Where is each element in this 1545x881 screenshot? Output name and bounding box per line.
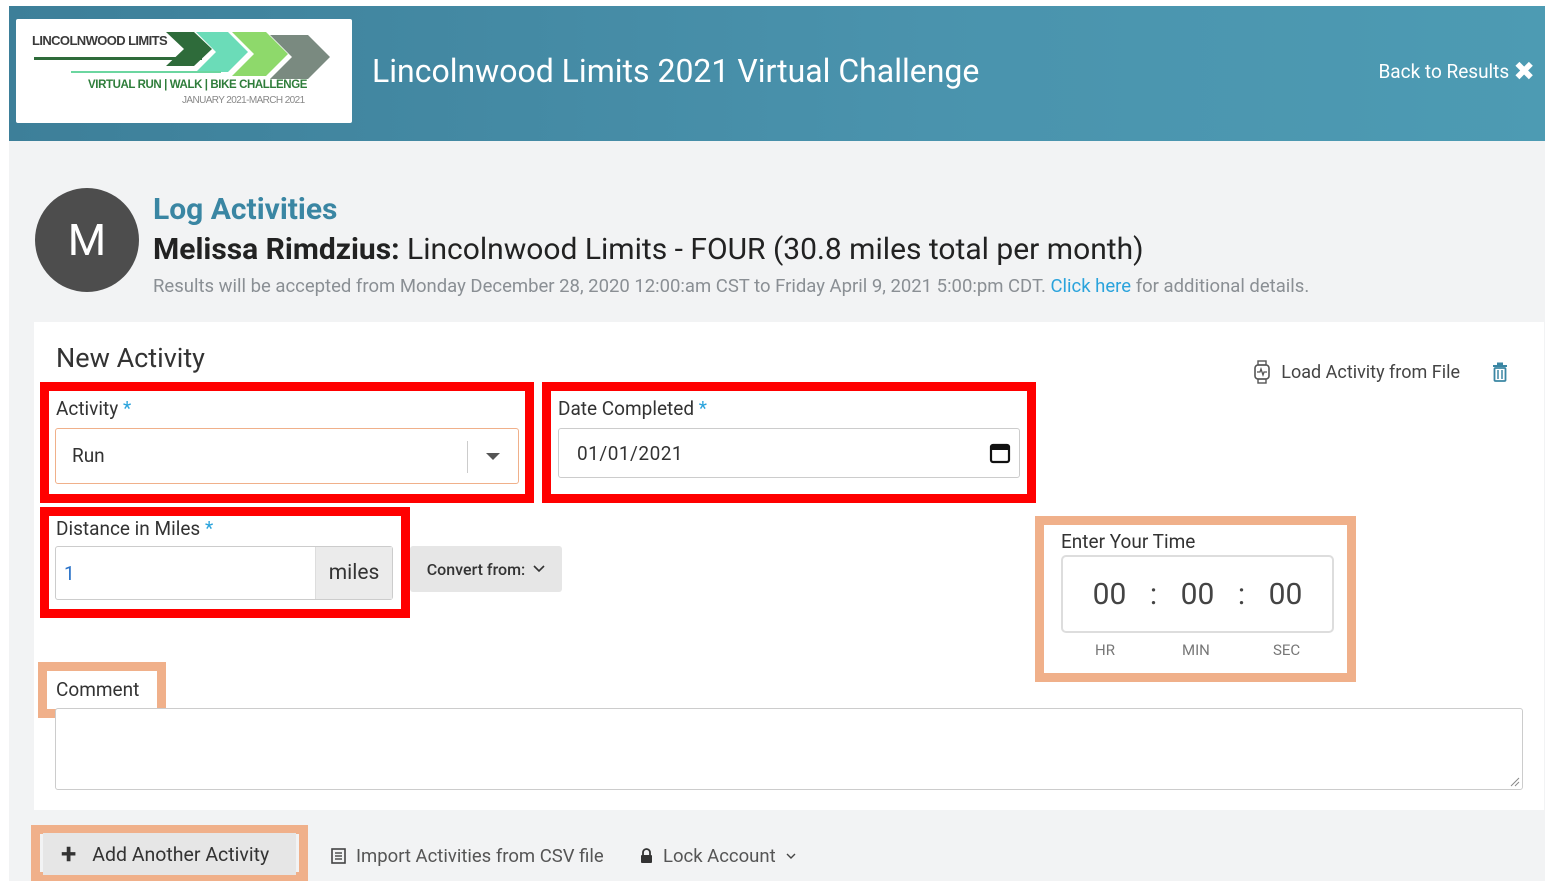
event-logo[interactable]: LINCOLNWOOD LIMITS VIRTUAL RUN | WALK | … (16, 19, 352, 123)
minutes-field[interactable]: 00 (1167, 577, 1229, 612)
app-header: LINCOLNWOOD LIMITS VIRTUAL RUN | WALK | … (9, 6, 1545, 141)
convert-from-label: Convert from: (426, 559, 526, 579)
date-label: Date Completed * (558, 397, 707, 420)
team-name: Lincolnwood Limits - FOUR (30.8 miles to… (407, 232, 1144, 267)
lock-icon (641, 848, 652, 863)
add-activity-label: Add Another Activity (92, 842, 270, 866)
chevron-down-icon (486, 453, 500, 460)
avatar: M (35, 188, 139, 292)
sec-label: SEC (1273, 641, 1301, 659)
activity-value: Run (72, 444, 105, 467)
comment-label: Comment (56, 678, 140, 701)
load-activity-label: Load Activity from File (1281, 361, 1460, 383)
min-label: MIN (1182, 641, 1210, 659)
plus-icon: + (61, 837, 77, 870)
required-mark: * (204, 517, 214, 540)
add-another-activity-button[interactable]: + Add Another Activity (43, 833, 296, 875)
load-activity-button[interactable]: Load Activity from File (1253, 360, 1460, 384)
time-picker[interactable]: 00 : 00 : 00 (1061, 555, 1334, 633)
resize-grip-icon[interactable] (1510, 777, 1520, 787)
distance-unit: miles (315, 547, 392, 599)
card-title: New Activity (56, 342, 205, 374)
page-title: Lincolnwood Limits 2021 Virtual Challeng… (372, 52, 980, 90)
user-team-line: Melissa Rimdzius: Lincolnwood Limits - F… (153, 232, 1144, 267)
date-value: 01/01/2021 (577, 442, 684, 465)
required-mark: * (698, 397, 707, 420)
logo-title: LINCOLNWOOD LIMITS (32, 33, 168, 48)
watch-icon (1254, 360, 1271, 384)
time-separator: : (1237, 576, 1246, 612)
hours-field[interactable]: 00 (1079, 577, 1141, 612)
seconds-field[interactable]: 00 (1255, 577, 1317, 612)
activity-select[interactable]: Run (55, 428, 519, 484)
import-csv-button[interactable]: Import Activities from CSV file (331, 845, 604, 867)
note-text: Results will be accepted from Monday Dec… (153, 275, 1051, 297)
logo-stripe (34, 57, 202, 60)
activity-label-text: Activity (56, 397, 119, 420)
list-icon (331, 848, 346, 864)
select-divider (467, 441, 468, 473)
logo-subtitle: VIRTUAL RUN | WALK | BIKE CHALLENGE (88, 79, 308, 91)
back-to-results-link[interactable]: Back to Results ✖ (1378, 56, 1535, 87)
chevron-down-icon (533, 565, 545, 573)
distance-input[interactable]: 1 miles (55, 546, 393, 600)
details-link[interactable]: Click here (1051, 275, 1132, 297)
section-title: Log Activities (153, 192, 338, 227)
time-label: Enter Your Time (1061, 530, 1196, 553)
distance-value: 1 (64, 562, 75, 585)
hr-label: HR (1095, 641, 1115, 659)
acceptance-note: Results will be accepted from Monday Dec… (153, 275, 1309, 297)
calendar-icon[interactable] (989, 442, 1011, 464)
logo-dates: JANUARY 2021-MARCH 2021 (182, 95, 305, 106)
date-label-text: Date Completed (558, 397, 695, 420)
distance-label-text: Distance in Miles (56, 517, 201, 540)
lock-account-label: Lock Account (663, 845, 776, 867)
lock-account-button[interactable]: Lock Account (640, 845, 796, 867)
back-to-results-label: Back to Results (1378, 60, 1510, 83)
logo-stripe (71, 71, 221, 73)
comment-textarea[interactable] (55, 708, 1523, 790)
close-icon: ✖ (1513, 56, 1535, 87)
card-tools: Load Activity from File (1253, 360, 1508, 384)
chevron-down-icon (786, 853, 796, 859)
import-csv-label: Import Activities from CSV file (356, 845, 604, 867)
user-name: Melissa Rimdzius: (153, 232, 400, 267)
date-completed-input[interactable]: 01/01/2021 (558, 428, 1020, 478)
activity-label: Activity * (56, 397, 131, 420)
trash-icon[interactable] (1492, 362, 1508, 382)
note-text-end: for additional details. (1131, 275, 1310, 297)
convert-from-button[interactable]: Convert from: (410, 546, 562, 592)
time-separator: : (1149, 576, 1158, 612)
distance-label: Distance in Miles * (56, 517, 213, 540)
required-mark: * (122, 397, 132, 420)
